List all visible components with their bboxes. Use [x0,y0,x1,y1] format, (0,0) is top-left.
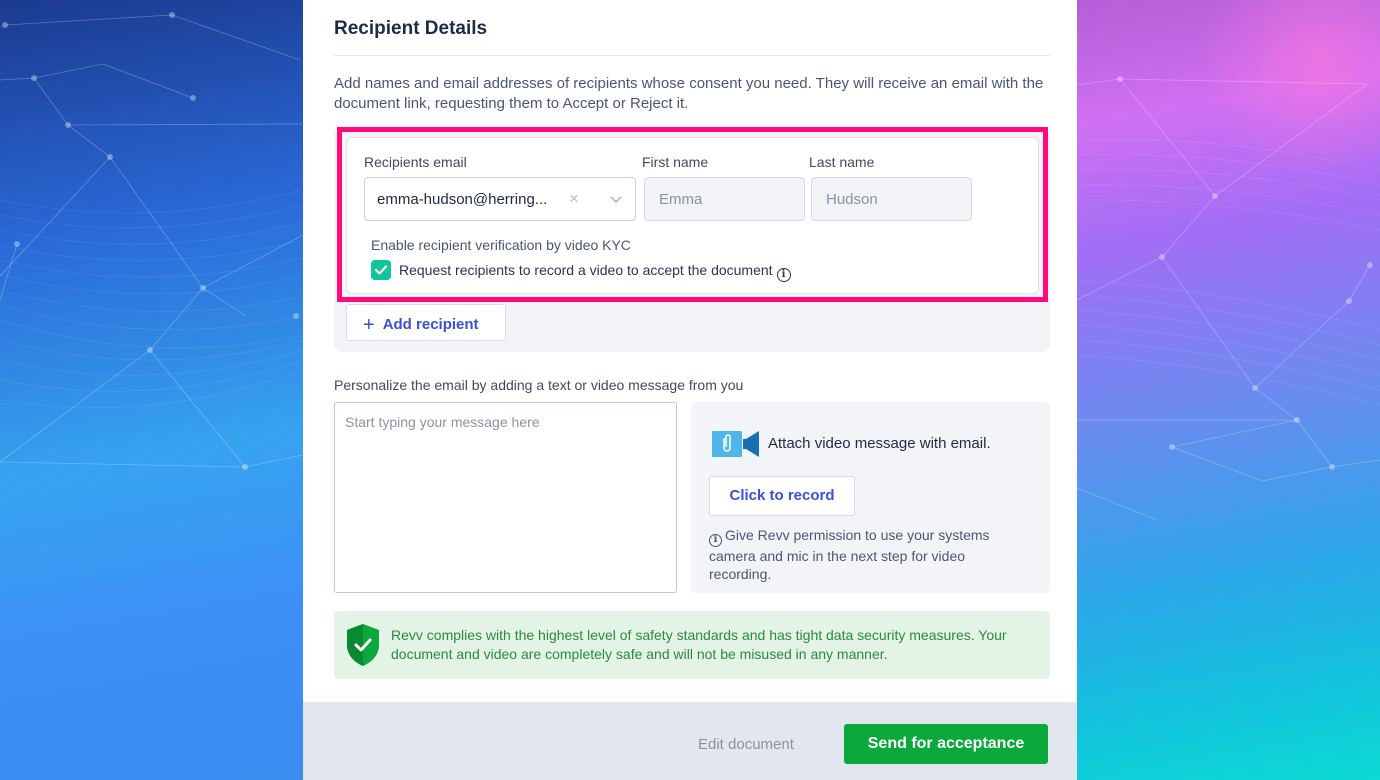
checkmark-icon [374,265,388,275]
video-message-panel: Attach video message with email. Click t… [691,402,1050,593]
message-input[interactable] [334,402,677,593]
personalize-label: Personalize the email by adding a text o… [334,377,744,393]
kyc-label: Enable recipient verification by video K… [371,237,631,253]
security-text: Revv complies with the highest level of … [391,627,1007,662]
recipient-details-panel: Recipient Details Add names and email ad… [303,0,1077,780]
last-name-input[interactable]: Hudson [811,177,972,221]
email-select[interactable]: emma-hudson@herring... × [364,177,636,221]
last-name-label: Last name [809,154,875,170]
first-name-input[interactable]: Emma [644,177,805,221]
info-icon[interactable]: i [776,268,791,282]
section-description: Add names and email addresses of recipie… [334,75,1044,112]
network-pattern-left [0,12,303,470]
edit-document-button[interactable]: Edit document [698,736,794,753]
email-label: Recipients email [364,154,467,170]
add-recipient-label: Add recipient [382,316,479,333]
kyc-checkbox[interactable] [371,260,391,280]
kyc-checkbox-label: Request recipients to record a video to … [399,262,791,282]
permission-text-content: Give Revv permission to use your systems… [709,527,990,582]
security-banner: Revv complies with the highest level of … [334,611,1050,679]
shield-check-icon [347,624,379,666]
email-value: emma-hudson@herring... [377,191,548,208]
background-right [1077,0,1380,780]
add-recipient-button[interactable]: + Add recipient [346,304,506,341]
record-button[interactable]: Click to record [709,476,855,516]
info-icon: i [709,534,722,547]
recipient-card: Recipients email First name Last name em… [346,137,1039,294]
video-attach-icon [712,431,759,457]
network-pattern-right [1077,76,1380,521]
video-title: Attach video message with email. [768,435,991,452]
title-divider [334,55,1050,56]
chevron-down-icon[interactable] [608,191,624,207]
background-left [0,0,303,780]
section-title: Recipient Details [334,18,488,39]
permission-text: i Give Revv permission to use your system… [709,526,1029,583]
plus-icon: + [363,314,375,336]
send-for-acceptance-button[interactable]: Send for acceptance [844,724,1048,764]
clear-icon[interactable]: × [569,189,579,209]
first-name-label: First name [642,154,709,170]
footer-bar: Edit document Send for acceptance [303,702,1077,780]
kyc-checkbox-text: Request recipients to record a video to … [399,262,773,278]
